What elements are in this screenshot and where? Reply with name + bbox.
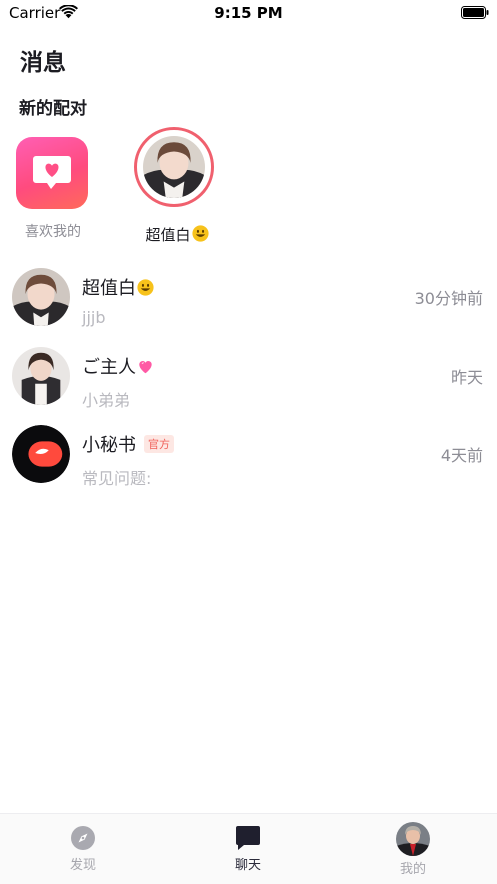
status-bar: Carrier 9:15 PM [0, 0, 497, 28]
conversation-name: 小秘书 官方 [82, 431, 174, 457]
conversation-name: 超值白 [82, 274, 154, 300]
tab-chat-label: 聊天 [234, 858, 261, 873]
conversation-name-text: 超值白 [82, 278, 136, 299]
compass-icon [71, 826, 95, 850]
pink-heart-emoji-icon [139, 361, 152, 374]
match-name-text: 超值白 [145, 226, 191, 244]
likes-me-label: 喜欢我的 [25, 224, 81, 240]
tab-profile[interactable]: 我的 [353, 814, 473, 878]
profile-avatar [396, 822, 430, 856]
status-time: 9:15 PM [214, 4, 283, 22]
smiley-emoji-icon [191, 225, 209, 242]
tab-profile-label: 我的 [399, 862, 426, 877]
avatar-photo [143, 136, 205, 198]
likes-icon-box [16, 137, 88, 209]
match-name-label: 超值白 [130, 224, 224, 245]
conversation-row[interactable]: ご主人 小弟弟 昨天 [0, 347, 497, 423]
conversation-time: 昨天 [450, 368, 483, 387]
conversation-preview: jjjb [82, 308, 106, 327]
conversation-time: 30分钟前 [414, 289, 483, 308]
avatar-photo [12, 268, 70, 326]
tab-discover[interactable]: 发现 [23, 814, 143, 878]
likes-me-card[interactable]: 喜欢我的 [16, 137, 90, 247]
battery-icon [461, 6, 489, 19]
match-avatar [143, 136, 205, 198]
avatar [12, 347, 70, 405]
conversation-row[interactable]: 超值白 jjjb 30分钟前 [0, 268, 497, 344]
app-logo-icon [12, 425, 70, 483]
tab-bar: 发现 聊天 我的 [0, 813, 497, 884]
tab-discover-label: 发现 [69, 858, 96, 873]
avatar-photo [12, 347, 70, 405]
smiley-emoji-icon [137, 279, 154, 296]
avatar-photo [396, 822, 430, 856]
avatar [12, 425, 70, 483]
conversation-name: ご主人 [82, 353, 154, 379]
conversation-preview: 小弟弟 [82, 391, 131, 410]
conversation-name-text: 小秘书 [82, 435, 136, 456]
match-avatar-ring [134, 127, 214, 207]
chat-bubble-icon [236, 826, 260, 850]
new-matches-title: 新的配对 [19, 99, 87, 119]
official-badge: 官方 [144, 435, 174, 453]
new-match-card[interactable]: 超值白 [130, 127, 224, 252]
conversation-time: 4天前 [440, 446, 483, 465]
conversation-name-text: ご主人 [82, 357, 136, 378]
avatar [12, 268, 70, 326]
conversation-row[interactable]: 小秘书 官方 常见问题: 4天前 [0, 425, 497, 501]
heart-message-icon [33, 156, 71, 189]
conversation-preview: 常见问题: [82, 469, 152, 488]
tab-chat[interactable]: 聊天 [188, 814, 308, 878]
page-title: 消息 [20, 50, 66, 76]
